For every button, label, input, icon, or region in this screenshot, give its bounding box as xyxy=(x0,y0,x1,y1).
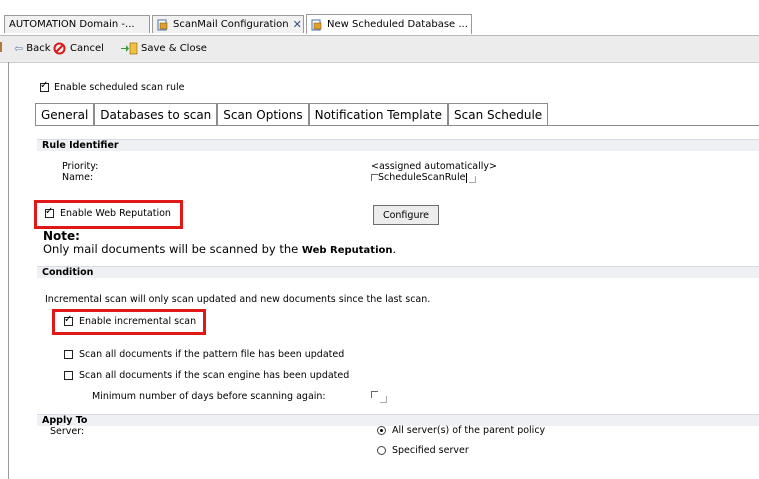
note-bold: Web Reputation xyxy=(301,245,393,256)
condition-header: Condition xyxy=(37,266,759,278)
min-days-field[interactable] xyxy=(371,391,387,403)
tab-label: General xyxy=(41,107,89,122)
doc-tab-label: AUTOMATION Domain -... xyxy=(9,19,135,30)
content-tabs: General Databases to scan Scan Options N… xyxy=(35,103,549,125)
note-text: Only mail documents will be scanned by t… xyxy=(43,242,302,256)
pattern-file-label: Scan all documents if the pattern file h… xyxy=(79,349,345,360)
pattern-file-checkbox[interactable] xyxy=(64,350,73,359)
tab-label: Notification Template xyxy=(314,107,443,122)
specified-server-option[interactable]: Specified server xyxy=(377,445,469,456)
document-icon xyxy=(311,19,323,31)
scan-engine-checkbox[interactable] xyxy=(64,371,73,380)
name-label: Name: xyxy=(62,172,94,183)
tab-scan-options[interactable]: Scan Options xyxy=(217,103,309,125)
enable-rule-checkbox[interactable] xyxy=(40,80,49,92)
pattern-file-row: Scan all documents if the pattern file h… xyxy=(64,349,344,360)
condition-description: Incremental scan will only scan updated … xyxy=(45,294,431,305)
enable-rule-label: Enable scheduled scan rule xyxy=(54,82,185,93)
rule-identifier-header: Rule Identifier xyxy=(37,139,759,151)
save-close-icon xyxy=(120,42,138,55)
name-field[interactable]: ScheduleScanRule xyxy=(371,172,477,183)
window-top-strip xyxy=(0,0,759,13)
scan-engine-row: Scan all documents if the scan engine ha… xyxy=(64,370,349,381)
document-tab-bar: AUTOMATION Domain -... ScanMail Configur… xyxy=(0,13,759,36)
field-bracket-right xyxy=(380,396,387,403)
field-bracket-right xyxy=(469,176,477,183)
specified-server-radio[interactable] xyxy=(377,446,386,455)
cancel-icon xyxy=(53,42,66,55)
tab-label: Scan Schedule xyxy=(454,107,543,122)
doc-tab-scanmail-configuration[interactable]: ScanMail Configuration ✕ xyxy=(152,15,304,33)
doc-tab-new-scheduled-database[interactable]: New Scheduled Database ... ✕ xyxy=(306,14,472,34)
note-title: Note: xyxy=(43,229,80,243)
tab-notification-template[interactable]: Notification Template xyxy=(308,103,449,125)
doc-tab-label: New Scheduled Database ... xyxy=(327,19,468,30)
save-close-label: Save & Close xyxy=(141,43,207,54)
back-arrow-icon: ⇦ xyxy=(14,42,24,55)
all-servers-radio[interactable] xyxy=(377,426,386,435)
all-servers-option[interactable]: All server(s) of the parent policy xyxy=(377,425,545,436)
left-frame-border xyxy=(8,62,9,479)
all-servers-label: All server(s) of the parent policy xyxy=(392,425,546,436)
cancel-label: Cancel xyxy=(70,43,104,54)
field-bracket-left xyxy=(371,174,378,181)
field-bracket-left xyxy=(371,391,378,398)
tab-label: Scan Options xyxy=(223,107,303,122)
document-icon xyxy=(157,19,169,31)
configure-label: Configure xyxy=(382,209,430,221)
action-toolbar: ⇦ Back Cancel Save & Close xyxy=(0,36,759,63)
scan-engine-label: Scan all documents if the scan engine ha… xyxy=(79,370,350,381)
note-end: . xyxy=(392,242,397,256)
priority-value: <assigned automatically> xyxy=(371,161,497,172)
tab-general[interactable]: General xyxy=(35,103,95,125)
back-button[interactable]: ⇦ Back xyxy=(14,42,51,55)
configure-button[interactable]: Configure xyxy=(373,205,439,225)
priority-label: Priority: xyxy=(62,161,99,172)
tab-underline xyxy=(35,125,759,126)
min-days-label: Minimum number of days before scanning a… xyxy=(92,391,326,402)
close-icon[interactable]: ✕ xyxy=(293,18,302,31)
server-label: Server: xyxy=(50,426,85,437)
tab-scan-schedule[interactable]: Scan Schedule xyxy=(448,103,549,125)
incremental-scan-checkbox[interactable] xyxy=(64,314,73,326)
incremental-scan-row: Enable incremental scan xyxy=(64,314,197,327)
enable-rule-row: Enable scheduled scan rule xyxy=(40,80,185,93)
tab-label: Databases to scan xyxy=(100,107,212,122)
web-reputation-row: Enable Web Reputation xyxy=(45,206,171,219)
doc-tab-automation-domain[interactable]: AUTOMATION Domain -... xyxy=(4,15,150,33)
back-label: Back xyxy=(26,43,51,54)
web-reputation-checkbox[interactable] xyxy=(45,206,54,218)
cancel-button[interactable]: Cancel xyxy=(53,42,104,55)
doc-tab-label: ScanMail Configuration xyxy=(173,19,289,30)
save-close-button[interactable]: Save & Close xyxy=(120,42,207,55)
specified-server-label: Specified server xyxy=(392,445,469,456)
tab-databases-to-scan[interactable]: Databases to scan xyxy=(94,103,218,125)
name-value: ScheduleScanRule xyxy=(378,172,466,183)
left-frame-marker xyxy=(0,42,2,52)
web-reputation-label: Enable Web Reputation xyxy=(60,208,171,219)
note-text-row: Only mail documents will be scanned by t… xyxy=(43,242,396,256)
incremental-scan-label: Enable incremental scan xyxy=(79,316,197,327)
text-cursor xyxy=(466,172,468,183)
